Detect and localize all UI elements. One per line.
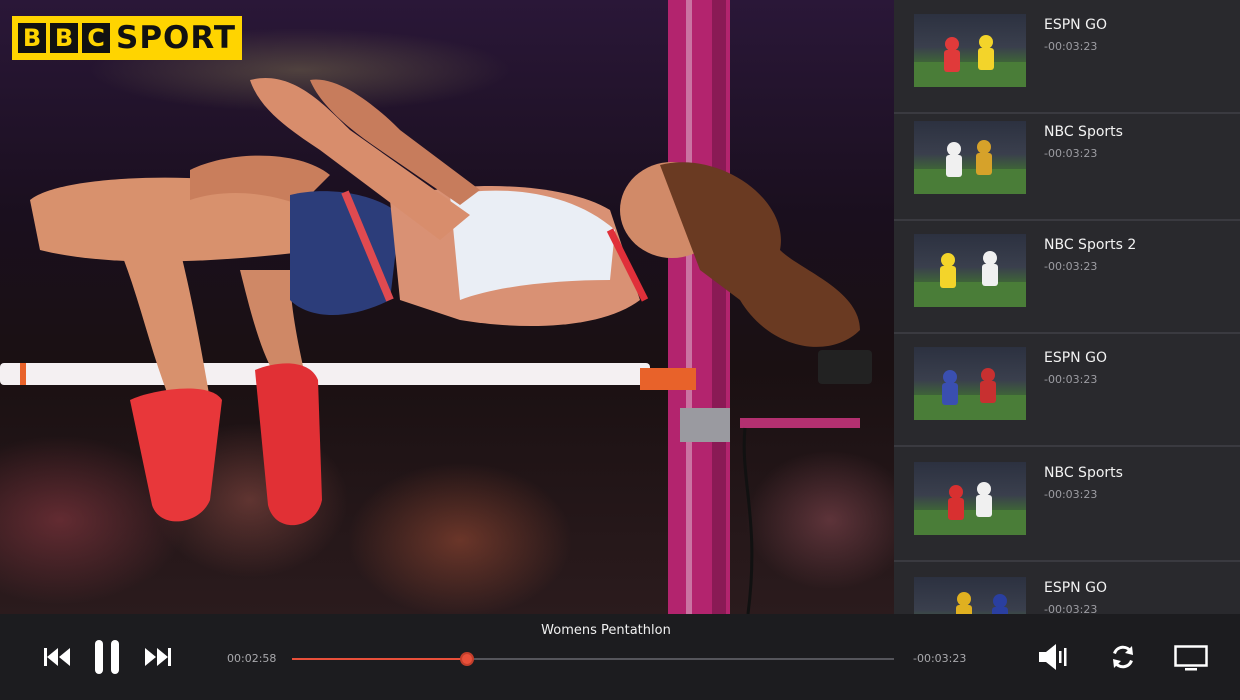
channel-thumbnail xyxy=(914,347,1026,420)
seek-handle[interactable] xyxy=(459,652,474,666)
channel-item[interactable]: ESPN GO -00:03:23 xyxy=(894,333,1240,447)
channel-item[interactable]: ESPN GO -00:03:23 xyxy=(894,0,1240,114)
channel-name: ESPN GO xyxy=(1044,350,1107,366)
soccer-thumbnail-art xyxy=(914,482,1026,535)
soccer-thumbnail-art xyxy=(914,251,1026,307)
bbc-sport-logo: B B C SPORT xyxy=(12,16,243,60)
soccer-thumbnail-art xyxy=(914,35,1026,87)
channel-name: NBC Sports xyxy=(1044,124,1123,140)
channel-thumbnail xyxy=(914,14,1026,87)
volume-icon[interactable] xyxy=(1038,643,1070,675)
channel-item[interactable]: ESPN GO -00:03:23 xyxy=(894,563,1240,614)
channel-time-remaining: -00:03:23 xyxy=(1044,260,1098,273)
channel-name: ESPN GO xyxy=(1044,580,1107,596)
channel-time-remaining: -00:03:23 xyxy=(1044,147,1098,160)
soccer-thumbnail-art xyxy=(914,140,1026,194)
channel-thumbnail xyxy=(914,121,1026,194)
soccer-thumbnail-art xyxy=(914,368,1026,420)
channel-thumbnail xyxy=(914,234,1026,307)
player-control-bar: Womens Pentathlon 00:02:58 -00:03:23 xyxy=(0,614,1240,700)
logo-letter: B xyxy=(50,23,78,53)
channel-name: NBC Sports xyxy=(1044,465,1123,481)
player-figure xyxy=(945,37,959,51)
channel-item[interactable]: NBC Sports 2 -00:03:23 xyxy=(894,220,1240,334)
channel-time-remaining: -00:03:23 xyxy=(1044,373,1098,386)
logo-letter: C xyxy=(82,23,110,53)
channel-time-remaining: -00:03:23 xyxy=(1044,40,1098,53)
channel-name: NBC Sports 2 xyxy=(1044,237,1137,253)
seek-bar[interactable] xyxy=(292,652,894,666)
seek-bar-progress xyxy=(292,658,467,660)
elapsed-time: 00:02:58 xyxy=(227,652,277,665)
pause-icon[interactable] xyxy=(94,639,122,679)
logo-letter: B xyxy=(18,23,46,53)
channel-item[interactable]: NBC Sports -00:03:23 xyxy=(894,448,1240,562)
video-title: Womens Pentathlon xyxy=(541,623,671,638)
skip-next-icon[interactable] xyxy=(144,646,172,672)
channel-item[interactable]: NBC Sports -00:03:23 xyxy=(894,107,1240,221)
logo-word: SPORT xyxy=(116,20,237,56)
channel-list[interactable]: ESPN GO -00:03:23 NBC Sports -00:03:23 N… xyxy=(894,0,1240,614)
video-frame-image xyxy=(0,0,872,614)
soccer-thumbnail-art xyxy=(956,592,1008,614)
video-player-area[interactable]: B B C SPORT xyxy=(0,0,894,614)
remaining-time: -00:03:23 xyxy=(913,652,967,665)
cast-screen-icon[interactable] xyxy=(1174,645,1208,675)
channel-time-remaining: -00:03:23 xyxy=(1044,488,1098,501)
channel-time-remaining: -00:03:23 xyxy=(1044,603,1098,614)
channel-thumbnail xyxy=(914,577,1026,614)
skip-previous-icon[interactable] xyxy=(44,646,72,672)
replay-icon[interactable] xyxy=(1110,644,1136,674)
channel-name: ESPN GO xyxy=(1044,17,1107,33)
channel-thumbnail xyxy=(914,462,1026,535)
